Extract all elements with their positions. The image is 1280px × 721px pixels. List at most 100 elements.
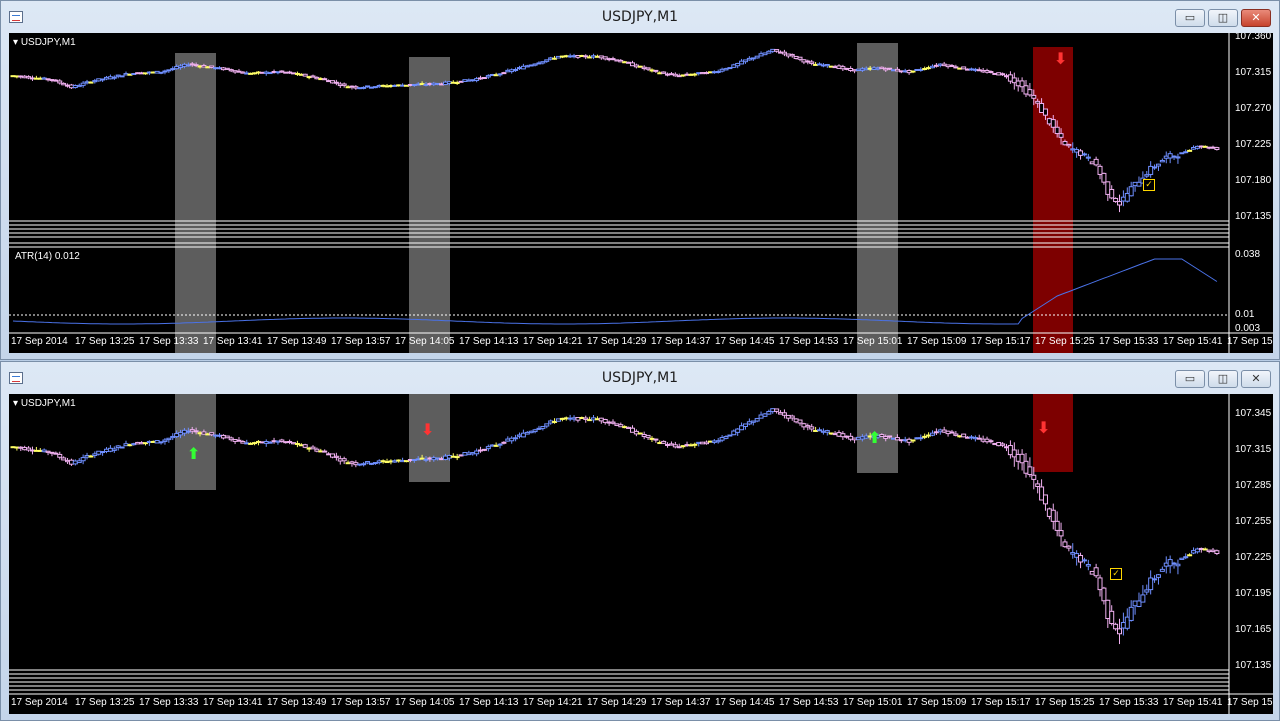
- title-bar-1[interactable]: USDJPY,M1 ▭ ◫ ✕: [1, 1, 1279, 31]
- candle-body: [322, 78, 328, 81]
- candle-body: [1101, 172, 1107, 183]
- candle-body: [1128, 186, 1134, 197]
- candle-body: [1085, 156, 1091, 159]
- close-button-2[interactable]: ✕: [1241, 370, 1271, 388]
- candle-body: [333, 455, 339, 458]
- candle-body: [1109, 188, 1115, 199]
- price-chart-1[interactable]: ▾ USDJPY,M1 ATR(14) 0.012 107.360 107.315…: [9, 33, 1273, 353]
- candle-body: [1085, 564, 1091, 567]
- candle-body: [1179, 557, 1185, 560]
- candle-body: [797, 419, 803, 424]
- down-arrow-icon: ⬇: [1037, 418, 1051, 437]
- signal-highlight: [409, 57, 450, 353]
- candle-body: [1152, 578, 1158, 581]
- candle-body: [1081, 559, 1087, 562]
- candle-body: [1152, 166, 1158, 169]
- candle-body: [1144, 589, 1150, 593]
- candle-body: [61, 82, 67, 86]
- candle-body: [953, 433, 959, 436]
- time-axis-label: 17 Sep 14:45: [715, 697, 775, 708]
- signal-highlight: [175, 53, 216, 353]
- candle-body: [310, 446, 316, 450]
- candle-body: [988, 71, 994, 74]
- symbol-label-1[interactable]: ▾ USDJPY,M1: [13, 37, 76, 48]
- check-box-icon: ✓: [1143, 179, 1155, 191]
- candle-body: [119, 446, 125, 449]
- candle-body: [661, 71, 667, 74]
- candle-body: [540, 61, 546, 64]
- candle-body: [1214, 550, 1220, 554]
- time-axis-label: 17 Sep 13:33: [139, 697, 199, 708]
- candle-body: [1093, 158, 1099, 166]
- time-axis-label: 17 Sep 14:37: [651, 697, 711, 708]
- time-axis-label: 17 Sep 15:25: [1035, 697, 1095, 708]
- candle-body: [365, 461, 371, 464]
- candle-body: [111, 76, 117, 79]
- candle-body: [501, 441, 507, 444]
- time-axis-label: 17 Sep 14:53: [779, 336, 839, 347]
- candle-body: [454, 456, 460, 459]
- symbol-text-2: USDJPY,M1: [20, 398, 76, 409]
- title-bar-2[interactable]: USDJPY,M1 ▭ ◫ ✕: [1, 362, 1279, 392]
- minimize-button-2[interactable]: ▭: [1175, 370, 1205, 388]
- candle-body: [1050, 119, 1056, 128]
- up-arrow-icon: ⬆: [868, 428, 882, 447]
- candle-body: [1214, 147, 1220, 150]
- price-axis-label: 107.180: [1235, 175, 1272, 186]
- candle-body: [715, 71, 721, 74]
- candle-body: [692, 73, 698, 76]
- time-axis-label: 17 Sep 13:49: [267, 697, 327, 708]
- candle-body: [1058, 133, 1064, 138]
- down-arrow-icon: ⬇: [421, 420, 435, 439]
- price-chart-2[interactable]: ▾ USDJPY,M1 107.345 107.315 107.285 107.255…: [9, 394, 1273, 714]
- time-axis-label: 17 Sep 15:25: [1035, 336, 1095, 347]
- candle-body: [1183, 556, 1189, 559]
- price-axis-label: 0.003: [1235, 323, 1261, 334]
- candle-body: [166, 437, 172, 441]
- candle-body: [1175, 563, 1181, 567]
- time-axis-label: 17 Sep 14:21: [523, 697, 583, 708]
- candle-body: [162, 439, 168, 442]
- candle-body: [80, 82, 86, 86]
- maximize-button-1[interactable]: ◫: [1208, 9, 1238, 27]
- candle-body: [774, 408, 780, 412]
- candle-body: [809, 61, 815, 64]
- candle-body: [1054, 126, 1060, 135]
- candle-body: [754, 418, 760, 422]
- price-axis-label: 107.285: [1235, 480, 1272, 491]
- price-axis-label: 107.315: [1235, 444, 1272, 455]
- time-axis-label: 17 Sep 14:45: [715, 336, 775, 347]
- candle-body: [1035, 483, 1041, 487]
- price-axis-label: 107.195: [1235, 588, 1272, 599]
- candle-body: [1042, 108, 1048, 116]
- candle-body: [481, 448, 487, 451]
- time-axis-label: 17 Sep 15:17: [971, 336, 1031, 347]
- symbol-text-1: USDJPY,M1: [20, 37, 76, 48]
- price-axis-label: 107.345: [1235, 408, 1272, 419]
- candle-body: [661, 440, 667, 444]
- maximize-button-2[interactable]: ◫: [1208, 370, 1238, 388]
- candle-body: [485, 446, 491, 450]
- time-axis-label: 17 Sep 15:09: [907, 336, 967, 347]
- candle-body: [1187, 149, 1193, 152]
- candle-body: [949, 65, 955, 68]
- close-button-1[interactable]: ✕: [1241, 9, 1271, 27]
- minimize-button-1[interactable]: ▭: [1175, 9, 1205, 27]
- time-axis-label: 17 Sep 15:33: [1099, 336, 1159, 347]
- price-axis-label: 107.255: [1235, 516, 1272, 527]
- candle-body: [61, 457, 67, 461]
- candle-body: [1155, 574, 1161, 578]
- candle-body: [88, 455, 94, 458]
- symbol-label-2[interactable]: ▾ USDJPY,M1: [13, 398, 76, 409]
- candle-body: [1050, 509, 1056, 522]
- candle-body: [1117, 628, 1123, 635]
- candle-body: [1117, 201, 1123, 206]
- candle-body: [824, 430, 830, 433]
- candle-body: [1175, 156, 1181, 159]
- candle-body: [1155, 163, 1161, 167]
- candle-body: [1000, 443, 1006, 446]
- candle-body: [754, 55, 760, 59]
- time-axis-label: 17 Sep 15:41: [1163, 697, 1223, 708]
- candle-body: [57, 453, 63, 458]
- candle-body: [1159, 568, 1165, 572]
